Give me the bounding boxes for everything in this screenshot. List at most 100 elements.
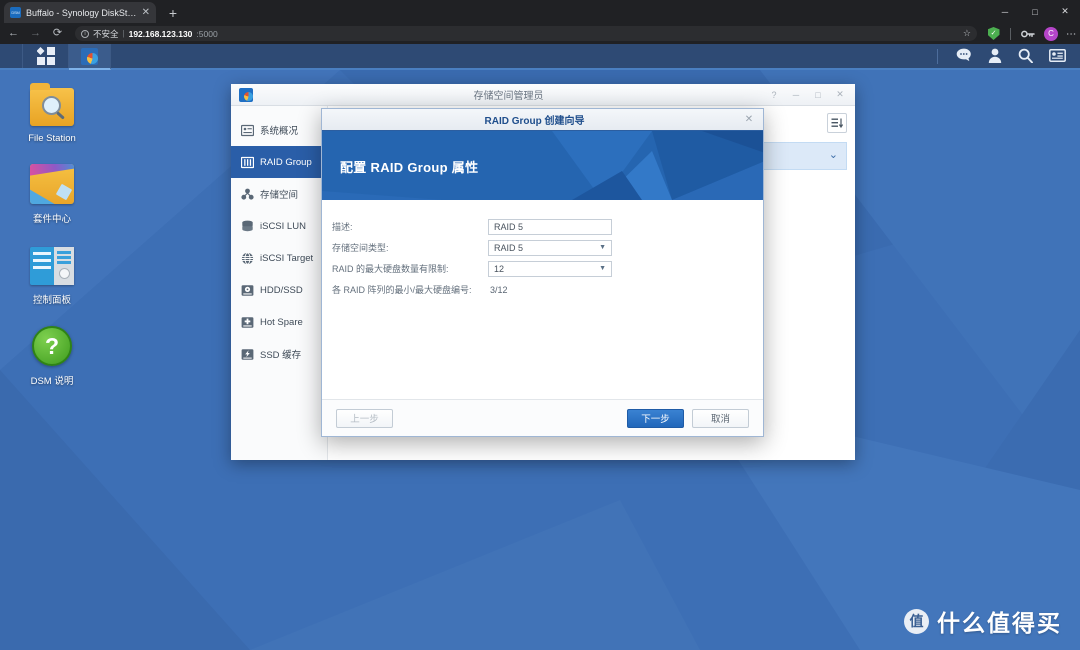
sidebar-item-ssd-cache[interactable]: SSD 缓存 xyxy=(231,338,327,370)
watermark: 值 什么值得买 xyxy=(904,604,1062,638)
info-card-icon xyxy=(240,123,254,137)
main-menu-button[interactable] xyxy=(23,44,69,68)
desktop-icon-label: File Station xyxy=(28,133,76,144)
desktop-icon-label: DSM 说明 xyxy=(30,376,74,387)
tab-close-icon[interactable]: ✕ xyxy=(142,7,150,18)
max-disk-count-value: 12 xyxy=(494,263,505,274)
desktop-icon-package-center[interactable]: 套件中心 xyxy=(14,162,90,225)
volume-icon xyxy=(240,187,254,201)
desktop-icon-label: 套件中心 xyxy=(32,214,71,225)
raid-group-icon xyxy=(240,155,254,169)
browser-tabstrip: DSM Buffalo - Synology DiskStation ✕ + ─… xyxy=(0,0,1080,23)
window-minimize-button[interactable]: ─ xyxy=(785,85,807,105)
lun-stack-icon xyxy=(240,219,254,233)
omnibox-separator: | xyxy=(122,29,125,38)
desktop-icon-dsm-help[interactable]: ? DSM 说明 xyxy=(14,324,90,387)
user-icon[interactable] xyxy=(988,48,1002,65)
sidebar-item-storage-volume[interactable]: 存储空间 xyxy=(231,178,327,210)
desktop-icon-list: File Station 套件中心 控制面板 ? DSM 说明 xyxy=(14,83,90,405)
security-label: 不安全 xyxy=(93,28,119,39)
dialog-banner: 配置 RAID Group 属性 xyxy=(322,131,763,200)
plus-disk-icon xyxy=(240,315,254,329)
sidebar-item-iscsi-lun[interactable]: iSCSI LUN xyxy=(231,210,327,242)
sidebar-item-label: iSCSI LUN xyxy=(260,220,306,232)
sidebar-item-label: RAID Group xyxy=(260,156,312,168)
storage-manager-sidebar: 系统概况 RAID Group 存储空间 iSCSI LUN iSCSI Tar… xyxy=(231,106,328,460)
storage-manager-titlebar[interactable]: 存储空间管理员 ? ─ □ ✕ xyxy=(231,84,855,106)
search-icon[interactable] xyxy=(1018,48,1033,65)
control-panel-icon xyxy=(30,243,74,287)
storage-manager-app-icon xyxy=(238,87,254,103)
form-row-max-disk-count: RAID 的最大硬盘数量有限制: 12 ▼ xyxy=(322,258,763,279)
max-disk-count-select[interactable]: 12 ▼ xyxy=(488,260,612,277)
sidebar-item-hdd-ssd[interactable]: HDD/SSD xyxy=(231,274,327,306)
tab-favicon: DSM xyxy=(10,7,21,18)
sidebar-item-system-overview[interactable]: 系统概况 xyxy=(231,114,327,146)
browser-tab[interactable]: DSM Buffalo - Synology DiskStation ✕ xyxy=(4,2,156,23)
dialog-footer: 上一步 下一步 取消 xyxy=(322,399,763,436)
dialog-titlebar[interactable]: RAID Group 创建向导 ✕ xyxy=(322,109,763,131)
disk-range-label: 各 RAID 阵列的最小/最大硬盘编号: xyxy=(332,285,472,295)
taskbar-edge-slot xyxy=(0,44,23,68)
volume-type-select[interactable]: RAID 5 ▼ xyxy=(488,239,612,256)
disk-icon xyxy=(240,283,254,297)
shield-extension-icon[interactable]: ✓ xyxy=(986,26,1001,41)
shield-check-glyph: ✓ xyxy=(987,27,1000,40)
browser-close-button[interactable]: ✕ xyxy=(1050,0,1080,23)
sidebar-item-raid-group[interactable]: RAID Group xyxy=(231,146,327,178)
dialog-title: RAID Group 创建向导 xyxy=(484,116,585,127)
profile-avatar[interactable]: C xyxy=(1044,26,1058,41)
file-station-icon xyxy=(30,83,74,128)
cancel-button[interactable]: 取消 xyxy=(692,408,749,428)
site-info-icon[interactable]: i xyxy=(81,29,89,38)
sidebar-item-label: SSD 缓存 xyxy=(260,350,302,361)
max-disk-count-label: RAID 的最大硬盘数量有限制: xyxy=(332,264,449,274)
forward-button[interactable]: → xyxy=(29,28,42,39)
browser-maximize-button[interactable]: □ xyxy=(1020,0,1050,23)
window-maximize-button[interactable]: □ xyxy=(807,85,829,105)
help-question-icon: ? xyxy=(30,324,74,368)
desktop-icon-control-panel[interactable]: 控制面板 xyxy=(14,243,90,306)
sidebar-item-hot-spare[interactable]: Hot Spare xyxy=(231,306,327,338)
next-button[interactable]: 下一步 xyxy=(627,408,684,428)
watermark-logo: 值 xyxy=(904,608,929,634)
taskbar-app-storage-manager[interactable] xyxy=(69,44,111,70)
notification-icon[interactable] xyxy=(1049,48,1066,64)
disk-range-value: 3/12 xyxy=(490,284,508,295)
back-button[interactable]: ← xyxy=(7,28,20,39)
desktop-icon-file-station[interactable]: File Station xyxy=(14,83,90,144)
form-row-volume-type: 存储空间类型: RAID 5 ▼ xyxy=(322,237,763,258)
taskbar-divider xyxy=(937,48,938,64)
reload-button[interactable]: ⟳ xyxy=(51,28,64,39)
bookmark-star-icon[interactable]: ☆ xyxy=(963,28,971,39)
sidebar-item-label: Hot Spare xyxy=(260,316,303,328)
storage-manager-title: 存储空间管理员 xyxy=(473,91,544,102)
url-port: :5000 xyxy=(196,28,218,39)
browser-window-controls: ─ □ ✕ xyxy=(990,0,1080,23)
new-tab-button[interactable]: + xyxy=(164,4,182,22)
raid-group-wizard-dialog: RAID Group 创建向导 ✕ 配置 RAID Group 属性 描述: R… xyxy=(321,108,764,437)
dialog-close-button[interactable]: ✕ xyxy=(741,114,757,125)
description-field[interactable]: RAID 5 xyxy=(488,218,612,235)
watermark-text: 什么值得买 xyxy=(937,610,1062,636)
chat-icon[interactable] xyxy=(956,48,972,64)
back-button[interactable]: 上一步 xyxy=(336,408,393,428)
package-center-icon xyxy=(30,162,74,206)
chevron-down-icon[interactable]: ⌄ xyxy=(829,150,838,161)
window-help-button[interactable]: ? xyxy=(763,85,785,105)
browser-menu-icon[interactable]: ⋮ xyxy=(1065,29,1076,39)
volume-type-value: RAID 5 xyxy=(494,242,524,253)
browser-minimize-button[interactable]: ─ xyxy=(990,0,1020,23)
address-bar[interactable]: i 不安全 | 192.168.123.130 :5000 ☆ xyxy=(75,26,977,41)
chevron-down-icon[interactable]: ▼ xyxy=(599,265,606,272)
storage-manager-icon xyxy=(80,47,99,66)
description-label: 描述: xyxy=(332,222,353,232)
dialog-banner-heading: 配置 RAID Group 属性 xyxy=(340,160,479,175)
globe-icon xyxy=(240,251,254,265)
sidebar-item-iscsi-target[interactable]: iSCSI Target xyxy=(231,242,327,274)
sort-list-icon[interactable] xyxy=(827,113,847,133)
sidebar-item-label: 系统概况 xyxy=(260,126,299,137)
key-extension-icon[interactable] xyxy=(1020,26,1035,41)
window-close-button[interactable]: ✕ xyxy=(829,85,851,105)
chevron-down-icon[interactable]: ▼ xyxy=(599,244,606,251)
